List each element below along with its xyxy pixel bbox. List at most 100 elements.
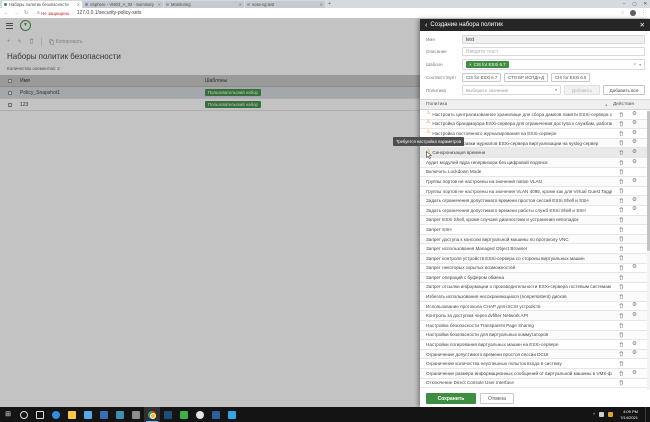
app-light-icon[interactable] xyxy=(192,407,208,422)
cancel-button[interactable]: Отмена xyxy=(480,393,514,404)
search-icon[interactable] xyxy=(16,407,32,422)
url-text[interactable]: 127.0.0.1/security-policy-sets xyxy=(77,10,142,16)
policy-settings-button[interactable]: ⚙ xyxy=(628,265,641,271)
policy-row[interactable]: ⚠ Синхронизация времени ⚙ xyxy=(420,148,650,158)
browser-tab[interactable]: vSphere - VM03_A_02 - Summary ✕ xyxy=(83,1,163,8)
sort-arrow-icon[interactable]: ▲ xyxy=(605,103,608,107)
reload-icon[interactable]: ↻ xyxy=(24,10,28,16)
chrome-icon[interactable] xyxy=(144,407,160,422)
policy-row[interactable]: Задать ограничения допустимого времени п… xyxy=(420,196,650,206)
policy-settings-button[interactable]: ⚙ xyxy=(628,351,641,357)
close-window-button[interactable]: ✕ xyxy=(643,1,647,7)
policy-settings-button[interactable]: ⚙ xyxy=(628,178,641,185)
policy-settings-button[interactable]: ⚙ xyxy=(628,312,641,319)
policy-settings-button[interactable]: ⚙ xyxy=(628,130,641,137)
delete-policy-button[interactable] xyxy=(615,236,628,242)
delete-policy-button[interactable] xyxy=(615,198,628,204)
browser-tab[interactable]: vcsa-vg.test ✕ xyxy=(245,1,325,8)
back-icon[interactable]: ← xyxy=(4,10,9,16)
policy-settings-button[interactable]: ⚙ xyxy=(628,197,641,204)
policy-row[interactable]: Запрет операций с буфером обмена xyxy=(420,273,650,283)
minimize-button[interactable]: – xyxy=(623,1,625,7)
policy-settings-button[interactable]: ⚙ xyxy=(628,121,641,127)
tab-close-icon[interactable]: ✕ xyxy=(320,2,323,7)
bookmark-star-icon[interactable]: ☆ xyxy=(621,10,625,16)
policy-row[interactable]: Запрет отсылки информации о производител… xyxy=(420,282,650,293)
delete-policy-button[interactable] xyxy=(615,178,628,185)
chip-remove-icon[interactable]: × xyxy=(469,62,472,67)
delete-policy-button[interactable] xyxy=(615,351,628,357)
photos-icon[interactable] xyxy=(80,407,96,422)
delete-policy-button[interactable] xyxy=(615,265,628,271)
browser-menu-icon[interactable]: ⋮ xyxy=(641,10,646,16)
delete-policy-button[interactable] xyxy=(615,131,628,137)
policy-row[interactable]: Контроль за доступом через dvfilter Netw… xyxy=(420,311,650,322)
tab-close-icon[interactable]: ✕ xyxy=(158,2,161,7)
delete-policy-button[interactable] xyxy=(615,150,628,156)
vm-console-icon[interactable] xyxy=(176,407,192,422)
policy-row[interactable]: Запрет доступа к консоли виртуальной маш… xyxy=(420,234,650,245)
delete-policy-button[interactable] xyxy=(615,226,628,233)
policy-row[interactable]: Группы портов не настроены на значения V… xyxy=(420,186,650,197)
delete-policy-button[interactable] xyxy=(615,303,628,309)
policy-settings-button[interactable]: ⚙ xyxy=(628,159,641,166)
not-secure-warning[interactable]: ⚠ Не защищено xyxy=(36,10,69,16)
policy-row[interactable]: Настройки безопасности для виртуальных к… xyxy=(420,330,650,341)
delete-policy-button[interactable] xyxy=(615,246,628,252)
delete-policy-button[interactable] xyxy=(615,255,628,261)
edge-icon[interactable] xyxy=(48,407,64,422)
start-button[interactable]: ⊞ xyxy=(0,407,16,422)
delete-policy-button[interactable] xyxy=(615,121,628,127)
policy-row[interactable]: Ограничение количества неуспешных попыто… xyxy=(420,359,650,370)
app-blue-icon[interactable] xyxy=(96,407,112,422)
policy-row[interactable]: Включить Lockdown Mode xyxy=(420,167,650,178)
taskbar-clock[interactable]: 4:09 PM 7/14/2021 xyxy=(617,409,641,419)
policy-row[interactable]: Группы портов не настроены на значения n… xyxy=(420,177,650,187)
show-desktop-button[interactable] xyxy=(645,407,648,422)
policy-row[interactable]: Запрет некоторых скрытых возможностей ⚙ xyxy=(420,263,650,274)
delete-policy-button[interactable] xyxy=(615,361,628,367)
description-input[interactable] xyxy=(462,47,645,56)
policy-row[interactable]: Запрет ESXi Shell, кроме случаев диагнос… xyxy=(420,215,650,226)
delete-policy-button[interactable] xyxy=(615,313,628,319)
policy-row[interactable]: Запрет использования Managed Object Brow… xyxy=(420,244,650,254)
policy-row[interactable]: Настройки логирования виртуальных машин … xyxy=(420,340,650,350)
delete-policy-button[interactable] xyxy=(615,322,628,329)
browser-tab[interactable]: Наборы политик безопасности ✕ xyxy=(2,1,82,8)
policy-row[interactable]: ⚠ Настроить централизованное хранилище дл… xyxy=(420,110,650,120)
policy-row[interactable]: Запрет контроля устройств ESXi-сервера с… xyxy=(420,253,650,264)
policy-row[interactable]: Использование протокола CHAP для iSCSI у… xyxy=(420,301,650,312)
delete-policy-button[interactable] xyxy=(615,188,628,194)
delete-policy-button[interactable] xyxy=(615,140,628,146)
tab-close-icon[interactable]: ✕ xyxy=(77,2,80,7)
tray-notification-icon[interactable] xyxy=(608,412,614,417)
policy-settings-button[interactable]: ⚙ xyxy=(628,207,641,213)
policy-settings-button[interactable]: ⚙ xyxy=(628,149,641,156)
policy-select[interactable]: Выберите значение ▾ xyxy=(462,85,561,95)
policy-settings-button[interactable]: ⚙ xyxy=(628,303,641,309)
policy-settings-button[interactable]: ⚙ xyxy=(628,370,641,377)
policy-row[interactable]: Отключение Direct Console User Interface xyxy=(420,378,650,389)
snipping-tool-icon[interactable] xyxy=(128,407,144,422)
policy-settings-button[interactable]: ⚙ xyxy=(628,341,641,348)
tray-caret-icon[interactable]: ^ xyxy=(593,412,595,417)
policy-column-header[interactable]: Политика xyxy=(426,102,605,107)
delete-policy-button[interactable] xyxy=(615,159,628,166)
tab-close-icon[interactable]: ✕ xyxy=(239,2,242,7)
task-view-icon[interactable] xyxy=(32,407,48,422)
back-chevron-icon[interactable]: ‹ xyxy=(425,22,427,29)
chevron-down-icon[interactable]: ▾ xyxy=(639,63,641,67)
drawer-close-icon[interactable]: ✕ xyxy=(640,21,645,29)
file-explorer-icon[interactable] xyxy=(64,407,80,422)
delete-policy-button[interactable] xyxy=(615,294,628,300)
add-all-button[interactable]: Добавить все xyxy=(603,85,645,95)
policy-settings-button[interactable]: ⚙ xyxy=(628,140,641,146)
defender-icon[interactable] xyxy=(208,407,224,422)
delete-policy-button[interactable] xyxy=(615,284,628,290)
browser-tab[interactable]: Monitoring ✕ xyxy=(164,1,244,8)
name-input[interactable] xyxy=(462,35,645,44)
delete-policy-button[interactable] xyxy=(615,207,628,213)
app-azure-icon[interactable] xyxy=(224,407,240,422)
policy-row[interactable]: Задать ограничения допустимого времени р… xyxy=(420,205,650,216)
delete-policy-button[interactable] xyxy=(615,332,628,338)
